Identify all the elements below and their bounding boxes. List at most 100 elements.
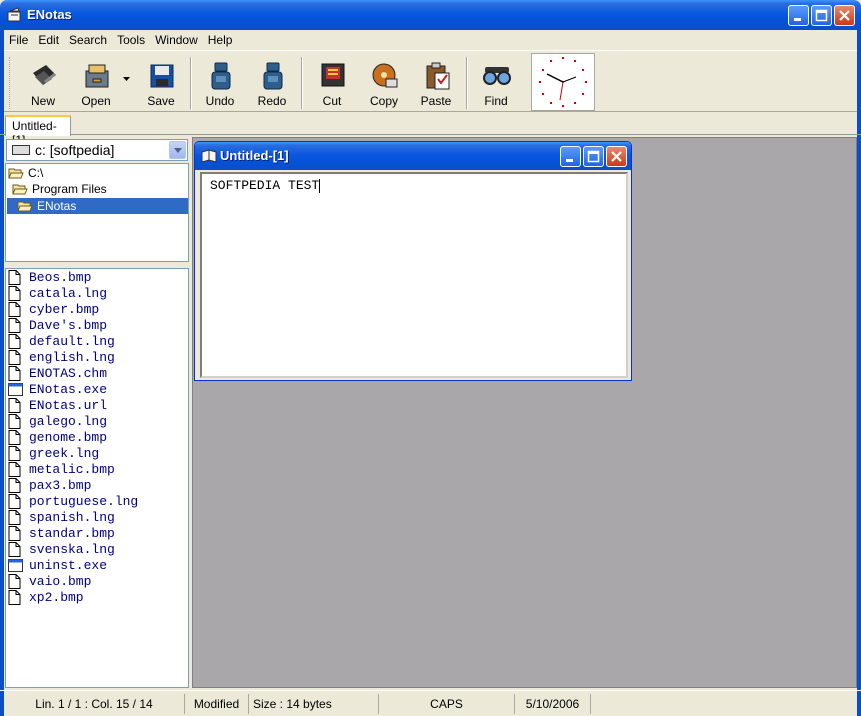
cut-label: Cut: [322, 94, 342, 108]
menu-search[interactable]: Search: [64, 30, 112, 49]
list-item[interactable]: spanish.lng: [8, 509, 115, 525]
list-item[interactable]: svenska.lng: [8, 541, 115, 557]
status-bar: Lin. 1 / 1 : Col. 15 / 14 Modified Size …: [0, 690, 861, 716]
list-item[interactable]: Beos.bmp: [8, 269, 91, 285]
menu-window[interactable]: Window: [150, 30, 203, 49]
list-item[interactable]: ENotas.exe: [8, 381, 107, 397]
maximize-button[interactable]: [811, 5, 832, 26]
minimize-icon: [566, 159, 573, 162]
undo-label: Undo: [205, 94, 235, 108]
toolbar-grip[interactable]: [9, 57, 12, 109]
list-item[interactable]: metalic.bmp: [8, 461, 115, 477]
file-name: xp2.bmp: [29, 589, 84, 605]
undo-button[interactable]: Undo: [195, 55, 245, 111]
paste-button[interactable]: Paste: [411, 55, 461, 111]
file-icon: [8, 269, 21, 285]
drive-select[interactable]: c: [softpedia]: [6, 139, 188, 161]
menu-file[interactable]: File: [4, 30, 33, 49]
folder-item[interactable]: Program Files: [12, 181, 188, 197]
minimize-button[interactable]: [788, 5, 809, 26]
file-icon: [8, 589, 21, 605]
list-item[interactable]: ENOTAS.chm: [8, 365, 107, 381]
status-cursor-position: Lin. 1 / 1 : Col. 15 / 14: [35, 697, 153, 711]
redo-label: Redo: [257, 94, 287, 108]
list-item[interactable]: uninst.exe: [8, 557, 107, 573]
title-bar[interactable]: ENotas: [0, 0, 861, 30]
file-icon: [8, 573, 21, 589]
save-button[interactable]: Save: [136, 55, 186, 111]
text-editor[interactable]: SOFTPEDIA TEST: [200, 172, 628, 378]
document-window[interactable]: Untitled-[1] SOFTPEDIA TEST: [194, 141, 632, 381]
close-icon: [611, 151, 622, 162]
menu-help[interactable]: Help: [203, 30, 238, 49]
open-icon: [85, 64, 109, 88]
chevron-down-icon[interactable]: [169, 141, 186, 159]
list-item[interactable]: standar.bmp: [8, 525, 115, 541]
paste-label: Paste: [420, 94, 452, 108]
document-title-bar[interactable]: Untitled-[1]: [195, 142, 631, 170]
list-item[interactable]: english.lng: [8, 349, 115, 365]
file-icon: [8, 461, 21, 477]
list-item[interactable]: cyber.bmp: [8, 301, 99, 317]
editor-content: SOFTPEDIA TEST: [210, 178, 320, 193]
list-item[interactable]: default.lng: [8, 333, 115, 349]
text-caret: [319, 178, 321, 193]
directory-tree: C:\ Program Files ENotas: [5, 163, 189, 262]
redo-button[interactable]: Redo: [247, 55, 297, 111]
folder-item-selected[interactable]: ENotas: [7, 198, 188, 214]
tab-untitled-1[interactable]: Untitled-[1]: [5, 115, 71, 147]
file-icon: [8, 477, 21, 493]
document-maximize-button[interactable]: [583, 146, 604, 167]
list-item[interactable]: pax3.bmp: [8, 477, 91, 493]
list-item[interactable]: ENotas.url: [8, 397, 107, 413]
file-list: Beos.bmp catala.lng cyber.bmp Dave's.bmp…: [5, 268, 189, 688]
maximize-icon: [587, 150, 600, 163]
folder-label: Program Files: [32, 182, 107, 196]
file-name: ENotas.exe: [29, 381, 108, 397]
document-icon: [201, 149, 217, 163]
file-icon: [8, 525, 21, 541]
file-name: catala.lng: [29, 285, 108, 301]
file-name: ENOTAS.chm: [29, 365, 108, 381]
file-name: ENotas.url: [29, 397, 108, 413]
file-name: Dave's.bmp: [29, 317, 108, 333]
menu-tools[interactable]: Tools: [112, 30, 150, 49]
toolbar-separator: [190, 57, 192, 109]
cut-button[interactable]: Cut: [307, 55, 357, 111]
status-modified: Modified: [184, 694, 248, 714]
list-item[interactable]: xp2.bmp: [8, 589, 84, 605]
document-tab-strip: Untitled-[1]: [0, 113, 861, 147]
file-name: spanish.lng: [29, 509, 115, 525]
menu-edit[interactable]: Edit: [33, 30, 64, 49]
list-item[interactable]: galego.lng: [8, 413, 107, 429]
file-name: default.lng: [29, 333, 115, 349]
file-icon: [8, 509, 21, 525]
file-name: metalic.bmp: [29, 461, 115, 477]
file-icon: [8, 333, 21, 349]
file-icon: [8, 445, 21, 461]
find-button[interactable]: Find: [471, 55, 521, 111]
copy-button[interactable]: Copy: [359, 55, 409, 111]
open-button[interactable]: Open: [71, 55, 121, 111]
file-name: vaio.bmp: [29, 573, 92, 589]
folder-item[interactable]: C:\: [8, 165, 188, 181]
file-icon: [8, 541, 21, 557]
file-icon: [8, 413, 21, 429]
document-minimize-button[interactable]: [560, 146, 581, 167]
list-item[interactable]: portuguese.lng: [8, 493, 138, 509]
list-item[interactable]: vaio.bmp: [8, 573, 91, 589]
file-icon: [8, 365, 21, 381]
toolbar-separator: [466, 57, 468, 109]
open-dropdown-arrow-icon[interactable]: [123, 77, 131, 83]
list-item[interactable]: greek.lng: [8, 445, 99, 461]
document-close-button[interactable]: [606, 146, 627, 167]
clock-icon: [539, 57, 587, 107]
list-item[interactable]: Dave's.bmp: [8, 317, 107, 333]
list-item[interactable]: catala.lng: [8, 285, 107, 301]
close-button[interactable]: [834, 5, 855, 26]
save-icon: [150, 64, 174, 88]
window-title: ENotas: [27, 7, 72, 22]
list-item[interactable]: genome.bmp: [8, 429, 107, 445]
new-button[interactable]: New: [18, 55, 68, 111]
app-icon: [7, 7, 21, 22]
